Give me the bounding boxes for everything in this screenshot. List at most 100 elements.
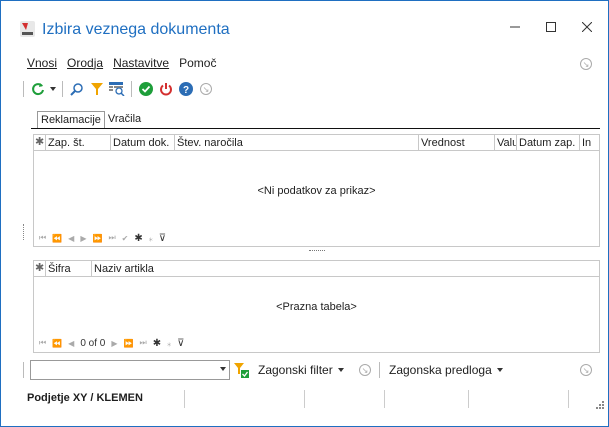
empty-grid-message: <Prazna tabela>: [276, 301, 357, 313]
maximize-button[interactable]: [537, 15, 565, 39]
toolbar-separator: [379, 362, 380, 378]
chevron-down-icon: [50, 87, 56, 91]
filter-check-icon[interactable]: [233, 362, 249, 378]
column-header[interactable]: Zap. št.: [46, 135, 111, 151]
help-icon: ?: [179, 82, 193, 96]
minimize-button[interactable]: [501, 15, 529, 39]
menu-item-orodja[interactable]: Orodja: [67, 56, 103, 72]
prev-page-icon[interactable]: ⏪: [52, 339, 62, 348]
column-header[interactable]: Valu: [495, 135, 517, 151]
startup-filter-button[interactable]: Zagonski filter: [258, 363, 344, 377]
filter-small-icon[interactable]: ⊽: [159, 233, 166, 244]
refresh-button[interactable]: [28, 80, 48, 98]
last-record-icon[interactable]: ⏭: [139, 338, 146, 348]
startup-template-label: Zagonska predloga: [389, 363, 492, 377]
column-header[interactable]: Štev. naročila: [175, 135, 419, 151]
column-header[interactable]: Vrednost: [419, 135, 495, 151]
column-header[interactable]: Šifra: [46, 261, 92, 277]
next-page-icon[interactable]: ⏩: [92, 234, 102, 243]
record-counter: 0 of 0: [80, 337, 106, 349]
minimize-icon: [510, 26, 520, 28]
documents-grid: ✱ Zap. št. Datum dok. Štev. naročila Vre…: [33, 134, 600, 247]
filter-pin-icon[interactable]: ↘: [359, 364, 371, 376]
status-divider: [468, 390, 469, 408]
search-button[interactable]: [67, 80, 87, 98]
menu-pin-icon[interactable]: ↘: [580, 58, 592, 70]
row-indicator-icon: ✱: [34, 135, 46, 151]
empty-grid-message: <Ni podatkov za prikaz>: [257, 185, 376, 197]
menu-item-nastavitve[interactable]: Nastavitve: [113, 56, 169, 72]
next-page-icon[interactable]: ⏩: [124, 339, 134, 348]
prev-record-icon[interactable]: ◀: [68, 234, 74, 243]
splitter-handle[interactable]: [309, 250, 325, 252]
append-icon[interactable]: ✱: [153, 338, 161, 349]
dialog-window: Izbira veznega dokumenta Vnosi Orodja Na…: [0, 0, 609, 427]
first-record-icon[interactable]: ⏮: [39, 338, 46, 348]
status-bar: Podjetje XY / KLEMEN: [1, 388, 608, 414]
search-icon: [70, 83, 83, 96]
filter-small-icon[interactable]: ⊽: [177, 338, 184, 349]
append-icon[interactable]: ✱: [134, 233, 142, 244]
filter-bar: Zagonski filter ↘ Zagonska predloga ↘: [23, 360, 603, 382]
first-record-icon[interactable]: ⏮: [39, 233, 46, 243]
menu-bar: Vnosi Orodja Nastavitve Pomoč: [27, 56, 216, 72]
close-button[interactable]: [573, 15, 601, 39]
chevron-down-icon: [220, 367, 226, 371]
filter-icon: [91, 83, 103, 95]
toolbar-separator: [131, 81, 132, 97]
resize-grip-icon[interactable]: [595, 400, 604, 409]
svg-text:?: ?: [183, 85, 189, 96]
filter-button[interactable]: [87, 80, 107, 98]
menu-item-vnosi[interactable]: Vnosi: [27, 56, 57, 72]
next-record-icon[interactable]: ▶: [111, 339, 117, 348]
filter-combo[interactable]: [30, 360, 230, 380]
status-company: Podjetje XY / KLEMEN: [27, 392, 143, 404]
maximize-icon: [546, 22, 556, 32]
prev-record-icon[interactable]: ◀: [68, 339, 74, 348]
startup-filter-label: Zagonski filter: [258, 363, 333, 377]
prev-page-icon[interactable]: ⏪: [52, 234, 62, 243]
next-record-icon[interactable]: ▶: [80, 234, 86, 243]
row-indicator-icon: ✱: [34, 261, 46, 277]
status-divider: [184, 390, 185, 408]
articles-grid-header: ✱ Šifra Naziv artikla: [34, 261, 599, 277]
confirm-button[interactable]: [136, 80, 156, 98]
refresh-dropdown[interactable]: [48, 80, 58, 98]
status-divider: [304, 390, 305, 408]
column-header[interactable]: In: [580, 135, 599, 151]
main-panel: Reklamacije Vračila ✱ Zap. št. Datum dok…: [31, 106, 600, 354]
table-search-icon: [109, 82, 125, 96]
window-title: Izbira veznega dokumenta: [42, 21, 230, 38]
tab-reklamacije[interactable]: Reklamacije: [37, 111, 105, 129]
status-divider: [568, 390, 569, 408]
edit-icon[interactable]: ⁎: [167, 339, 171, 348]
template-pin-icon[interactable]: ↘: [580, 364, 592, 376]
column-header[interactable]: Datum zap.: [517, 135, 580, 151]
edit-icon[interactable]: ⁎: [149, 234, 153, 243]
tab-vracila[interactable]: Vračila: [105, 111, 144, 129]
last-record-icon[interactable]: ⏭: [108, 233, 115, 243]
close-icon: [582, 22, 592, 32]
grid-search-button[interactable]: [107, 80, 127, 98]
column-header[interactable]: Datum dok.: [111, 135, 175, 151]
tab-underline: [31, 128, 600, 129]
panel-grip[interactable]: [23, 224, 25, 240]
pin-icon: ↘: [200, 83, 212, 95]
check-circle-icon: [139, 82, 153, 96]
toolbar-separator: [62, 81, 63, 97]
exit-button[interactable]: [156, 80, 176, 98]
filter-bar-grip: [23, 362, 24, 378]
column-header[interactable]: Naziv artikla: [92, 261, 599, 277]
chevron-down-icon: [496, 368, 503, 372]
title-bar: Izbira veznega dokumenta: [1, 1, 608, 41]
startup-template-button[interactable]: Zagonska predloga: [389, 363, 503, 377]
toolbar-pin-button[interactable]: ↘: [196, 80, 216, 98]
documents-grid-header: ✱ Zap. št. Datum dok. Štev. naročila Vre…: [34, 135, 599, 151]
help-button[interactable]: ?: [176, 80, 196, 98]
refresh-icon: [32, 83, 44, 96]
toolbar: ? ↘: [23, 80, 216, 98]
post-icon[interactable]: ✔: [122, 234, 129, 243]
grid-navigator: ⏮ ⏪ ◀ 0 of 0 ▶ ⏩ ⏭ ✱ ⁎ ⊽: [39, 337, 184, 349]
menu-item-pomoc[interactable]: Pomoč: [179, 56, 216, 72]
power-icon: [160, 83, 172, 96]
